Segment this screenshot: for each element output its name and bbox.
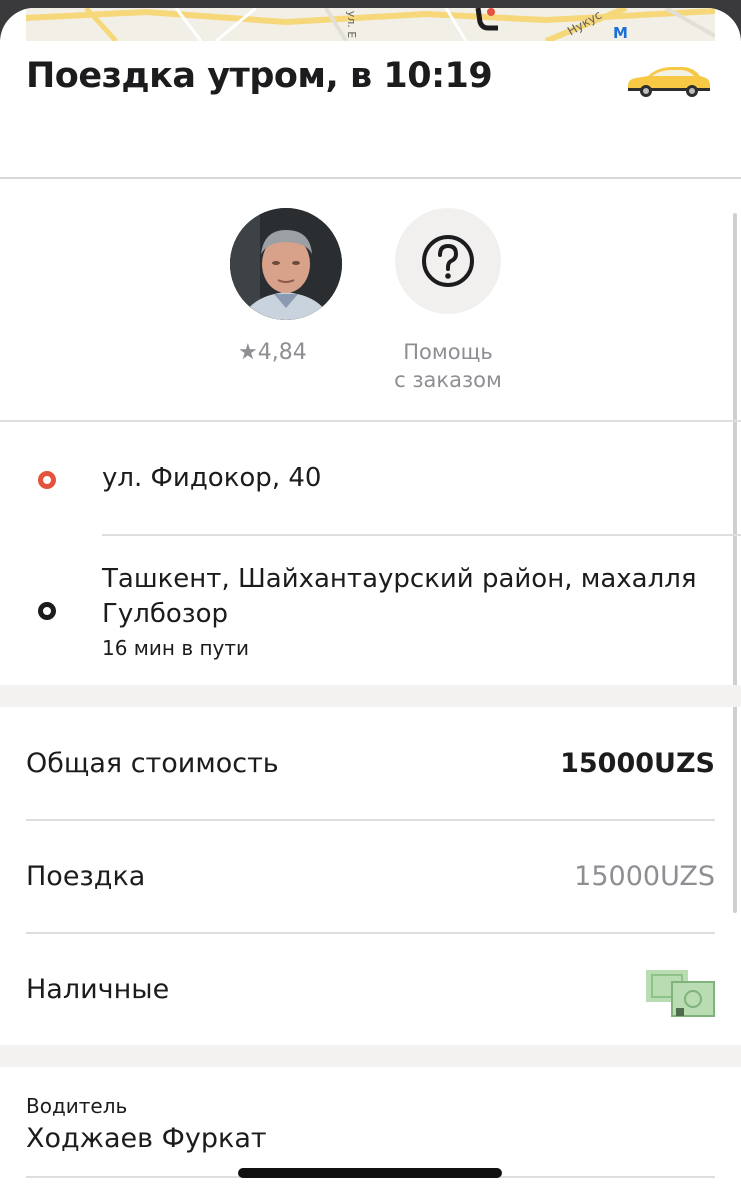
map-street-label: ул. Е <box>345 10 359 39</box>
question-circle-icon <box>422 235 474 287</box>
origin-point-icon <box>38 471 56 489</box>
taxi-car-icon <box>628 67 710 97</box>
help-label-line1: Помощь <box>403 340 493 364</box>
route-destination-line2[interactable]: Гулбозор <box>102 599 228 629</box>
ride-cost-value: 15000UZS <box>574 861 715 892</box>
help-label-line2: с заказом <box>394 368 502 392</box>
map-preview[interactable]: Нукус ул. Е M <box>26 8 715 41</box>
divider <box>102 534 741 536</box>
payment-method-label[interactable]: Наличные <box>26 974 169 1005</box>
help-button[interactable] <box>395 208 501 314</box>
route-origin[interactable]: ул. Фидокор, 40 <box>102 463 321 493</box>
destination-point-icon <box>38 602 56 620</box>
driver-name[interactable]: Ходжаев Фуркат <box>26 1123 267 1154</box>
driver-rating: ★4,84 <box>238 340 307 365</box>
cash-icon <box>646 970 715 1017</box>
total-cost-value: 15000UZS <box>560 748 715 779</box>
map-streets <box>26 8 715 41</box>
driver-photo <box>230 208 342 320</box>
driver-avatar[interactable] <box>230 208 342 320</box>
ride-cost-label: Поездка <box>26 861 146 892</box>
section-gap <box>0 1045 741 1067</box>
driver-caption: Водитель <box>26 1094 128 1118</box>
metro-icon: M <box>613 24 628 41</box>
trip-details-sheet: Нукус ул. Е M Поездка утром, в 10:19 ★4,… <box>0 8 741 1200</box>
route-duration: 16 мин в пути <box>102 636 250 660</box>
section-gap <box>0 685 741 707</box>
divider <box>26 932 715 934</box>
scrollbar[interactable] <box>733 213 737 913</box>
help-label[interactable]: Помощь с заказом <box>377 338 519 394</box>
total-cost-label: Общая стоимость <box>26 748 279 779</box>
home-indicator[interactable] <box>238 1168 502 1178</box>
divider <box>26 819 715 821</box>
route-destination-line1[interactable]: Ташкент, Шайхантаурский район, махалля <box>102 564 696 594</box>
divider <box>0 420 741 422</box>
page-title: Поездка утром, в 10:19 <box>26 56 493 96</box>
